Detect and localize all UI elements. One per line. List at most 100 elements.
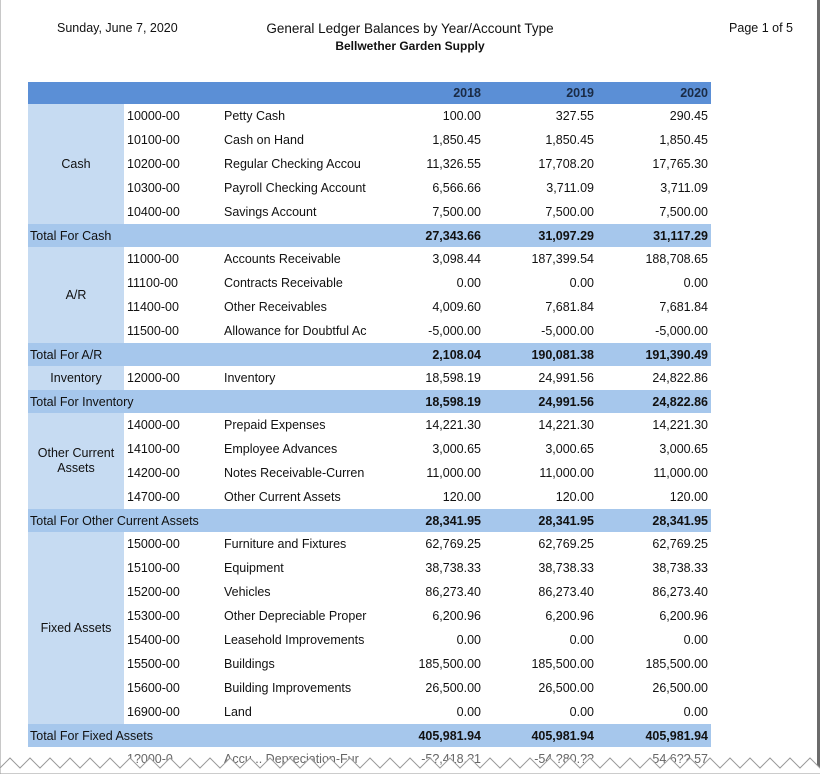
balance-2019: 185,500.00 [531,657,594,671]
balance-2018: -5,000.00 [428,324,481,338]
account-row: 15200-00 Vehicles 86,273.40 86,273.40 86,273… [28,580,711,604]
balance-2018: 185,500.00 [418,657,481,671]
column-header-2020: 2020 [597,82,711,104]
balance-2018: 6,566.66 [432,181,481,195]
account-name: Notes Receivable-Curren [224,466,365,480]
total-2018: 27,343.66 [375,224,484,247]
total-label: Total For Cash [28,224,219,247]
group-total-row: Total For Fixed Assets 405,981.94 405,981.… [28,724,711,747]
balance-2018: 3,000.65 [432,442,481,456]
account-row: 11400-00 Other Receivables 4,009.60 7,681.8… [28,295,711,319]
balance-2019: 3,000.65 [545,442,594,456]
balance-2020: 0.00 [683,633,708,647]
total-2020: 405,981.94 [597,724,711,747]
account-code: 15600-00 [127,681,180,695]
total-spacer [219,224,375,247]
page-edge-left [0,0,1,774]
account-name: Cash on Hand [224,133,304,147]
balance-2018: 3,098.44 [432,252,481,266]
balance-2019: 0.00 [569,705,594,719]
balance-2018: 1,850.45 [432,133,481,147]
balance-2018: 86,273.40 [425,585,481,599]
total-2019: 28,341.95 [484,509,597,532]
total-label: Total For Other Current Assets [28,509,219,532]
group-total-row: Total For Cash 27,343.66 31,097.29 31,117.2… [28,224,711,247]
account-name: Vehicles [224,585,271,599]
balance-2018: 0.00 [456,705,481,719]
balance-2020: 0.00 [683,705,708,719]
account-code: 14000-00 [127,418,180,432]
account-row: 15500-00 Buildings 185,500.00 185,500.00 185… [28,652,711,676]
account-row: 10200-00 Regular Checking Accou 11,326.55 1… [28,152,711,176]
total-2019: 190,081.38 [484,343,597,366]
account-row: 15400-00 Leasehold Improvements 0.00 0.00 0.… [28,628,711,652]
balance-2018: 100.00 [442,109,481,123]
group-label: Other Current Assets [28,413,124,509]
balance-2018: 4,009.60 [432,300,481,314]
balance-2018: 0.00 [456,633,481,647]
balance-2020: 7,681.84 [659,300,708,314]
account-name: Other Receivables [224,300,327,314]
total-spacer [219,724,375,747]
header-blank [219,82,375,104]
account-row: 15300-00 Other Depreciable Proper 6,200.96… [28,604,711,628]
balance-2020: 120.00 [669,490,708,504]
account-code: 14200-00 [127,466,180,480]
account-row: 14700-00 Other Current Assets 120.00 120.00… [28,485,711,509]
account-row: Inventory 12000-00 Inventory 18,598.19 24,99… [28,366,711,390]
group-label: A/R [28,247,124,343]
account-code: 15300-00 [127,609,180,623]
balance-2020: 290.45 [669,109,708,123]
total-2019: 24,991.56 [484,390,597,413]
header-blank [28,82,124,104]
account-code: 10200-00 [127,157,180,171]
balance-2019: 120.00 [555,490,594,504]
total-spacer [219,509,375,532]
balance-2019: 86,273.40 [538,585,594,599]
report-date: Sunday, June 7, 2020 [57,21,178,35]
balance-2020: 188,708.65 [645,252,708,266]
group-total-row: Total For Other Current Assets 28,341.95 2… [28,509,711,532]
account-row: A/R 11000-00 Accounts Receivable 3,098.44 18… [28,247,711,343]
column-header-row: 2018 2019 2020 [28,82,711,104]
balance-2018: 11,326.55 [426,157,481,171]
account-code: 10400-00 [127,205,180,219]
balance-2020: 38,738.33 [652,561,708,575]
account-row: 15100-00 Equipment 38,738.33 38,738.33 38,73… [28,556,711,580]
account-name: Payroll Checking Account [224,181,366,195]
balance-2020: 7,500.00 [659,205,708,219]
account-code: 11100-00 [127,276,178,290]
report-title: General Ledger Balances by Year/Account … [266,21,554,36]
balance-2020: 24,822.86 [652,371,708,385]
total-2020: 28,341.95 [597,509,711,532]
account-row: 11500-00 Allowance for Doubtful Ac -5,000.… [28,319,711,343]
account-name: Furniture and Fixtures [224,537,347,551]
balance-2019: 7,500.00 [545,205,594,219]
total-2018: 2,108.04 [375,343,484,366]
column-header-2019: 2019 [484,82,597,104]
account-name: Savings Account [224,205,317,219]
account-row: Fixed Assets 15000-00 Furniture and Fixtur… [28,532,711,724]
account-code: 12000-00 [127,371,180,385]
account-code: 14700-00 [127,490,180,504]
account-name: Building Improvements [224,681,352,695]
balance-2020: 1,850.45 [659,133,708,147]
account-row: 10400-00 Savings Account 7,500.00 7,500.00 7… [28,200,711,224]
group-label: Cash [28,104,124,224]
account-name: Other Depreciable Proper [224,609,367,623]
torn-page-edge [0,757,820,774]
balance-2018: 0.00 [456,276,481,290]
total-spacer [219,343,375,366]
balance-2020: 26,500.00 [652,681,708,695]
account-code: 15200-00 [127,585,180,599]
group-label: Fixed Assets [28,532,124,724]
total-2020: 24,822.86 [597,390,711,413]
account-name: Equipment [224,561,284,575]
account-name: Inventory [224,371,276,385]
total-2019: 31,097.29 [484,224,597,247]
account-name: Contracts Receivable [224,276,343,290]
balance-2018: 62,769.25 [425,537,481,551]
balance-2019: 38,738.33 [538,561,594,575]
total-spacer [219,390,375,413]
balance-2019: 0.00 [569,276,594,290]
